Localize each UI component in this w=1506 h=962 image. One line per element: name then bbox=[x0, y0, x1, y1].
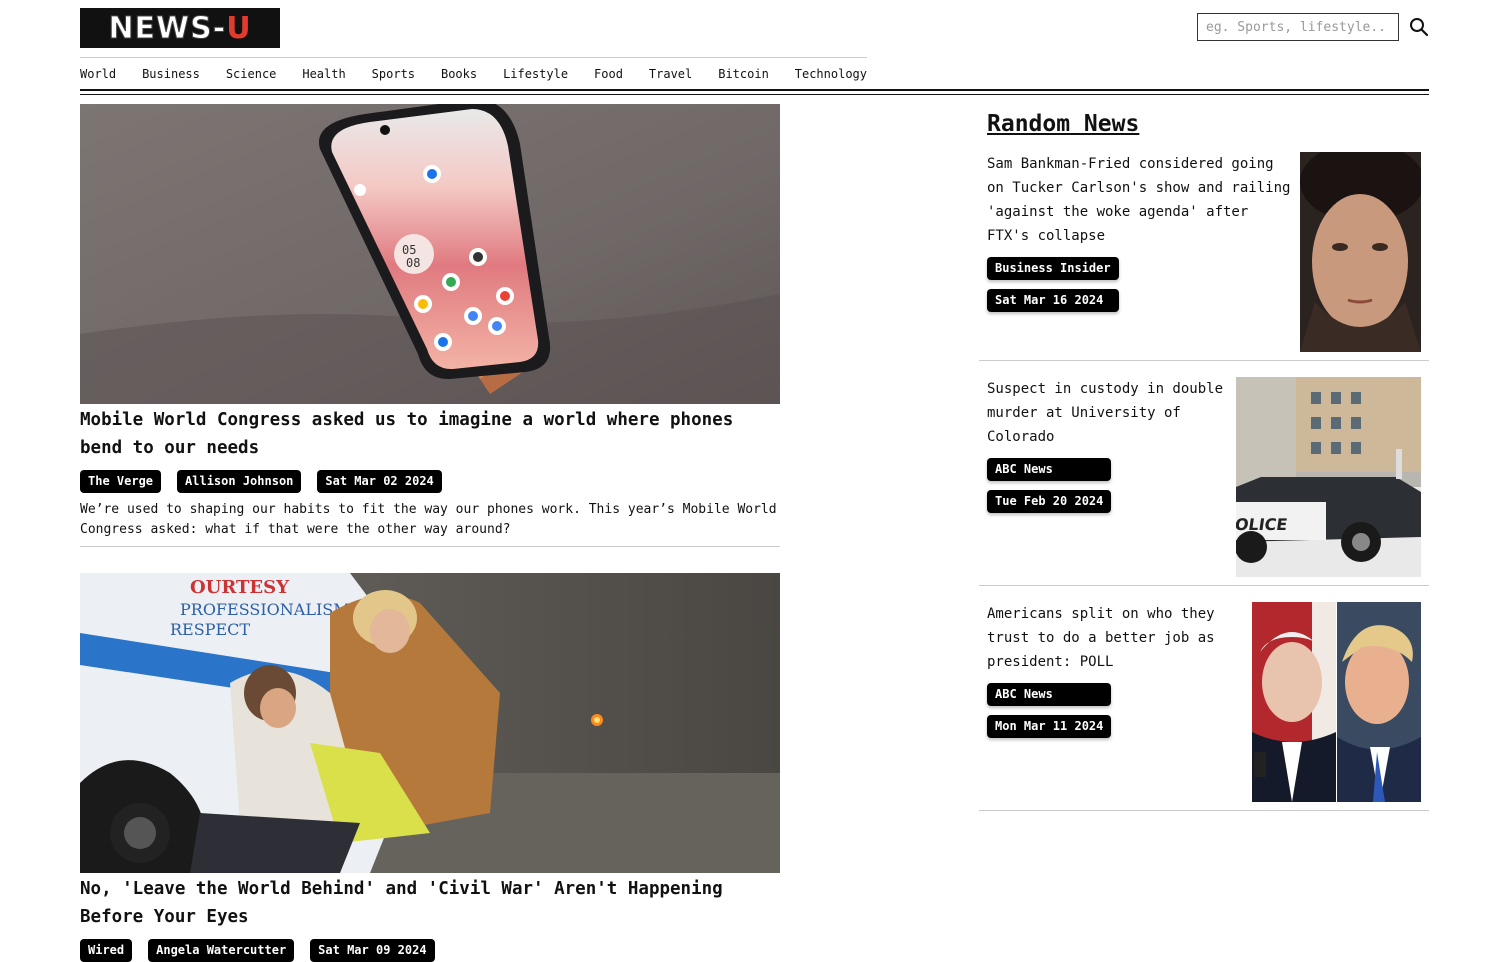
nav-technology[interactable]: Technology bbox=[795, 67, 867, 81]
random-news-title[interactable]: Suspect in custody in double murder at U… bbox=[987, 377, 1227, 449]
svg-text:05: 05 bbox=[402, 243, 416, 257]
badge-group: Business Insider Sat Mar 16 2024 bbox=[987, 248, 1119, 312]
random-news-item: Suspect in custody in double murder at U… bbox=[979, 377, 1429, 586]
badge-group: ABC News Mon Mar 11 2024 bbox=[987, 674, 1112, 738]
date-badge: Sat Mar 09 2024 bbox=[310, 939, 435, 962]
random-news-heading: Random News bbox=[987, 111, 1140, 137]
random-news-image[interactable] bbox=[1252, 602, 1421, 802]
nav-science[interactable]: Science bbox=[226, 67, 277, 81]
random-news-image[interactable] bbox=[1300, 152, 1421, 352]
article-title[interactable]: Mobile World Congress asked us to imagin… bbox=[80, 406, 780, 462]
article-card: 05 08 Mobile World Congress asked us to … bbox=[80, 104, 780, 547]
date-badge: Sat Mar 16 2024 bbox=[987, 289, 1119, 312]
svg-text:RESPECT: RESPECT bbox=[170, 620, 250, 639]
source-badge: The Verge bbox=[80, 470, 162, 493]
article-card: OURTESY PROFESSIONALISM RESPECT No, 'Lea… bbox=[80, 573, 780, 962]
svg-text:PROFESSIONALISM: PROFESSIONALISM bbox=[180, 600, 350, 619]
svg-text:08: 08 bbox=[406, 256, 420, 270]
header-divider-thin bbox=[80, 94, 1429, 95]
logo-text: NEWS- bbox=[108, 10, 227, 46]
random-news-title[interactable]: Americans split on who they trust to do … bbox=[987, 602, 1237, 674]
nav-lifestyle[interactable]: Lifestyle bbox=[503, 67, 568, 81]
date-badge: Tue Feb 20 2024 bbox=[987, 490, 1112, 513]
random-news-image[interactable]: POLICE bbox=[1236, 377, 1421, 577]
random-news-item: Americans split on who they trust to do … bbox=[979, 602, 1429, 811]
author-badge: Allison Johnson bbox=[177, 470, 302, 493]
article-description: We’re used to shaping our habits to fit … bbox=[80, 502, 777, 537]
svg-text:OURTESY: OURTESY bbox=[190, 577, 290, 598]
author-badge: Angela Watercutter bbox=[148, 939, 295, 962]
search-input[interactable] bbox=[1197, 13, 1399, 41]
category-nav: World Business Science Health Sports Boo… bbox=[80, 57, 867, 81]
random-news-item: Sam Bankman-Fried considered going on Tu… bbox=[979, 152, 1429, 361]
logo-accent-text: U bbox=[226, 10, 252, 46]
site-logo[interactable]: NEWS- U bbox=[80, 8, 280, 48]
article-meta: Wired Angela Watercutter Sat Mar 09 2024 bbox=[80, 939, 780, 962]
source-badge: Wired bbox=[80, 939, 133, 962]
header-divider bbox=[80, 89, 1429, 91]
nav-business[interactable]: Business bbox=[142, 67, 200, 81]
source-badge: Business Insider bbox=[987, 257, 1119, 280]
article-meta: The Verge Allison Johnson Sat Mar 02 202… bbox=[80, 470, 780, 493]
svg-text:POLICE: POLICE bbox=[1236, 515, 1289, 534]
article-title[interactable]: No, 'Leave the World Behind' and 'Civil … bbox=[80, 875, 780, 931]
date-badge: Sat Mar 02 2024 bbox=[317, 470, 442, 493]
nav-bitcoin[interactable]: Bitcoin bbox=[718, 67, 769, 81]
nav-sports[interactable]: Sports bbox=[372, 67, 415, 81]
date-badge: Mon Mar 11 2024 bbox=[987, 715, 1112, 738]
search-icon[interactable] bbox=[1409, 17, 1429, 37]
nav-health[interactable]: Health bbox=[302, 67, 345, 81]
source-badge: ABC News bbox=[987, 683, 1112, 706]
nav-food[interactable]: Food bbox=[594, 67, 623, 81]
random-news-title[interactable]: Sam Bankman-Fried considered going on Tu… bbox=[987, 152, 1292, 248]
article-image-phone[interactable]: 05 08 bbox=[80, 104, 780, 404]
article-image-civil-war[interactable]: OURTESY PROFESSIONALISM RESPECT bbox=[80, 573, 780, 873]
nav-books[interactable]: Books bbox=[441, 67, 477, 81]
badge-group: ABC News Tue Feb 20 2024 bbox=[987, 449, 1112, 513]
source-badge: ABC News bbox=[987, 458, 1112, 481]
nav-world[interactable]: World bbox=[80, 67, 116, 81]
nav-travel[interactable]: Travel bbox=[649, 67, 692, 81]
